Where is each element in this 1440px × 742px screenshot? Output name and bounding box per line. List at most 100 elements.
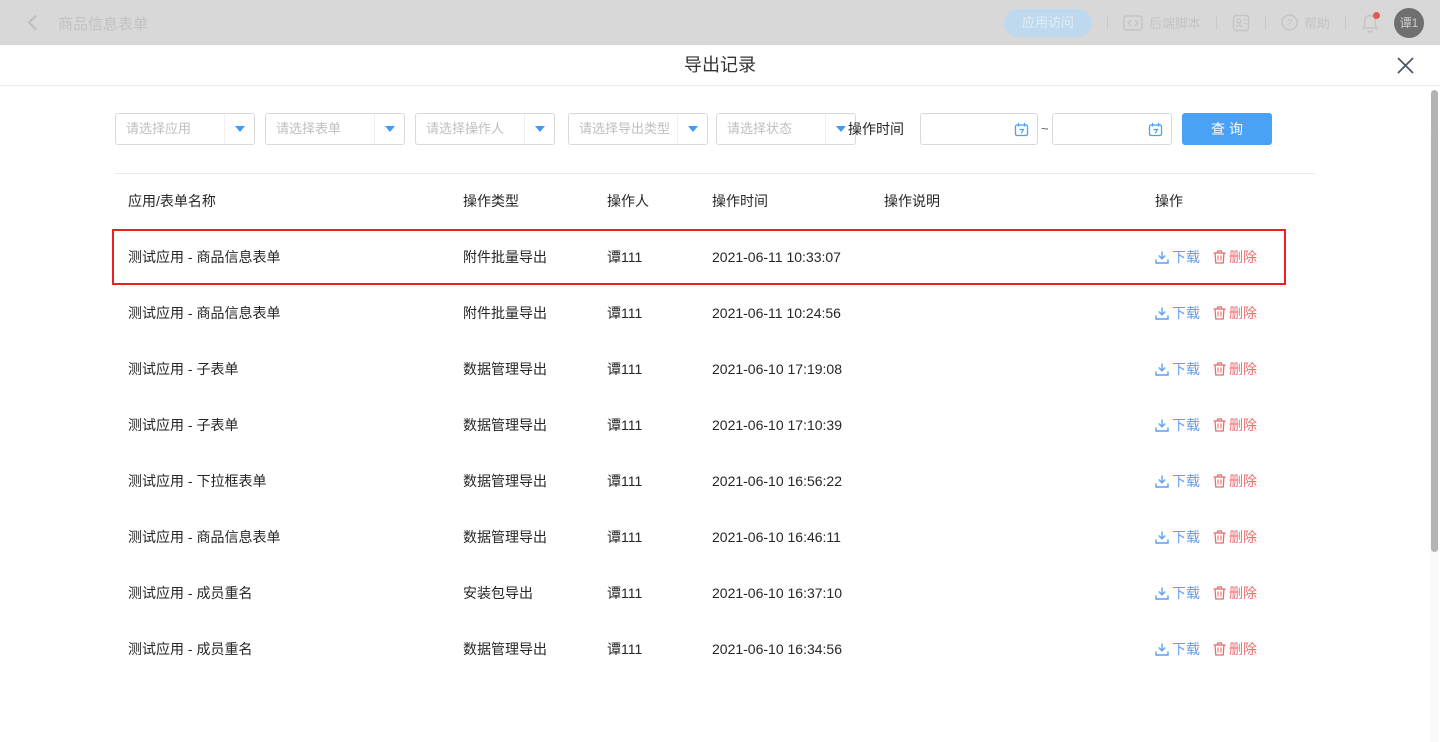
cell-operation-type: 数据管理导出: [463, 621, 603, 677]
divider: [1107, 16, 1108, 30]
contact-book-button[interactable]: [1232, 14, 1250, 32]
cell-operation-time: 2021-06-10 16:34:56: [712, 621, 877, 677]
download-link[interactable]: 下载: [1155, 303, 1200, 323]
download-label: 下载: [1172, 359, 1200, 379]
chevron-down-icon: [224, 114, 254, 144]
cell-app-form-name: 测试应用 - 商品信息表单: [128, 229, 458, 285]
calendar-icon: [1148, 122, 1163, 137]
table-row: 测试应用 - 子表单 数据管理导出 谭111 2021-06-10 17:10:…: [115, 397, 1315, 453]
backend-script-button[interactable]: 后端脚本: [1123, 13, 1201, 32]
export-records-modal: 导出记录 请选择应用 请选择表单 请选择操作人 请选择导出类型 请选择状态 操作…: [0, 45, 1440, 700]
delete-link[interactable]: 删除: [1213, 583, 1257, 603]
cell-app-form-name: 测试应用 - 子表单: [128, 341, 458, 397]
start-date-input[interactable]: [920, 113, 1038, 145]
header-app-form-name: 应用/表单名称: [128, 173, 458, 229]
download-icon: [1155, 363, 1169, 376]
cell-operation-type: 数据管理导出: [463, 341, 603, 397]
trash-icon: [1213, 530, 1226, 544]
delete-label: 删除: [1229, 247, 1257, 267]
download-icon: [1155, 419, 1169, 432]
status-select[interactable]: 请选择状态: [716, 113, 856, 145]
download-link[interactable]: 下载: [1155, 471, 1200, 491]
download-icon: [1155, 251, 1169, 264]
cell-actions: 下载 删除: [1155, 509, 1257, 565]
cell-operator: 谭111: [607, 509, 707, 565]
delete-link[interactable]: 删除: [1213, 527, 1257, 547]
calendar-icon: [1014, 122, 1029, 137]
table-row: 测试应用 - 成员重名 安装包导出 谭111 2021-06-10 16:37:…: [115, 565, 1315, 621]
table-row: 测试应用 - 成员重名 数据管理导出 谭111 2021-06-10 16:34…: [115, 621, 1315, 677]
cell-operation-desc: [884, 285, 1144, 341]
download-icon: [1155, 531, 1169, 544]
trash-icon: [1213, 250, 1226, 264]
cell-operation-type: 附件批量导出: [463, 285, 603, 341]
operator-select[interactable]: 请选择操作人: [415, 113, 555, 145]
download-link[interactable]: 下载: [1155, 415, 1200, 435]
delete-label: 删除: [1229, 471, 1257, 491]
search-button[interactable]: 查询: [1182, 113, 1272, 145]
modal-header: 导出记录: [0, 45, 1440, 86]
cell-app-form-name: 测试应用 - 子表单: [128, 397, 458, 453]
cell-operation-desc: [884, 397, 1144, 453]
delete-label: 删除: [1229, 583, 1257, 603]
cell-operation-desc: [884, 229, 1144, 285]
cell-operator: 谭111: [607, 229, 707, 285]
cell-actions: 下载 删除: [1155, 341, 1257, 397]
cell-app-form-name: 测试应用 - 成员重名: [128, 565, 458, 621]
notification-button[interactable]: [1361, 13, 1379, 33]
download-link[interactable]: 下载: [1155, 527, 1200, 547]
cell-operation-time: 2021-06-11 10:33:07: [712, 229, 877, 285]
export-type-select[interactable]: 请选择导出类型: [568, 113, 708, 145]
modal-title: 导出记录: [0, 45, 1440, 86]
cell-operator: 谭111: [607, 565, 707, 621]
close-button[interactable]: [1396, 56, 1415, 75]
avatar[interactable]: 谭1: [1394, 8, 1424, 38]
cell-app-form-name: 测试应用 - 商品信息表单: [128, 509, 458, 565]
delete-link[interactable]: 删除: [1213, 471, 1257, 491]
delete-link[interactable]: 删除: [1213, 303, 1257, 323]
download-label: 下载: [1172, 639, 1200, 659]
app-access-button[interactable]: 应用访问: [1004, 9, 1092, 37]
trash-icon: [1213, 642, 1226, 656]
help-label: 帮助: [1304, 13, 1330, 32]
delete-link[interactable]: 删除: [1213, 359, 1257, 379]
cell-app-form-name: 测试应用 - 下拉框表单: [128, 453, 458, 509]
delete-link[interactable]: 删除: [1213, 247, 1257, 267]
chevron-down-icon: [677, 114, 707, 144]
cell-app-form-name: 测试应用 - 商品信息表单: [128, 285, 458, 341]
download-icon: [1155, 307, 1169, 320]
delete-link[interactable]: 删除: [1213, 415, 1257, 435]
table-row: 测试应用 - 子表单 数据管理导出 谭111 2021-06-10 17:19:…: [115, 341, 1315, 397]
cell-actions: 下载 删除: [1155, 285, 1257, 341]
form-select[interactable]: 请选择表单: [265, 113, 405, 145]
cell-operation-type: 附件批量导出: [463, 229, 603, 285]
download-link[interactable]: 下载: [1155, 639, 1200, 659]
download-icon: [1155, 475, 1169, 488]
cell-operation-time: 2021-06-10 16:56:22: [712, 453, 877, 509]
download-link[interactable]: 下载: [1155, 583, 1200, 603]
scrollbar-thumb[interactable]: [1431, 90, 1438, 552]
delete-link[interactable]: 删除: [1213, 639, 1257, 659]
notification-dot: [1373, 12, 1380, 19]
date-range-separator: ~: [1041, 113, 1049, 145]
cell-operation-time: 2021-06-10 17:10:39: [712, 397, 877, 453]
end-date-input[interactable]: [1052, 113, 1172, 145]
chevron-left-icon: [27, 14, 38, 31]
trash-icon: [1213, 362, 1226, 376]
download-link[interactable]: 下载: [1155, 359, 1200, 379]
help-button[interactable]: ? 帮助: [1281, 13, 1330, 32]
chevron-down-icon: [374, 114, 404, 144]
export-type-select-placeholder: 请选择导出类型: [569, 114, 677, 144]
cell-operation-time: 2021-06-10 16:46:11: [712, 509, 877, 565]
app-select[interactable]: 请选择应用: [115, 113, 255, 145]
close-icon: [1396, 56, 1415, 75]
table-row: 测试应用 - 商品信息表单 数据管理导出 谭111 2021-06-10 16:…: [115, 509, 1315, 565]
table-header: 应用/表单名称 操作类型 操作人 操作时间 操作说明 操作: [115, 173, 1315, 229]
cell-operator: 谭111: [607, 341, 707, 397]
cell-actions: 下载 删除: [1155, 397, 1257, 453]
download-link[interactable]: 下载: [1155, 247, 1200, 267]
cell-operation-desc: [884, 565, 1144, 621]
cell-operation-type: 数据管理导出: [463, 509, 603, 565]
back-button[interactable]: [27, 14, 38, 31]
divider: [1345, 16, 1346, 30]
